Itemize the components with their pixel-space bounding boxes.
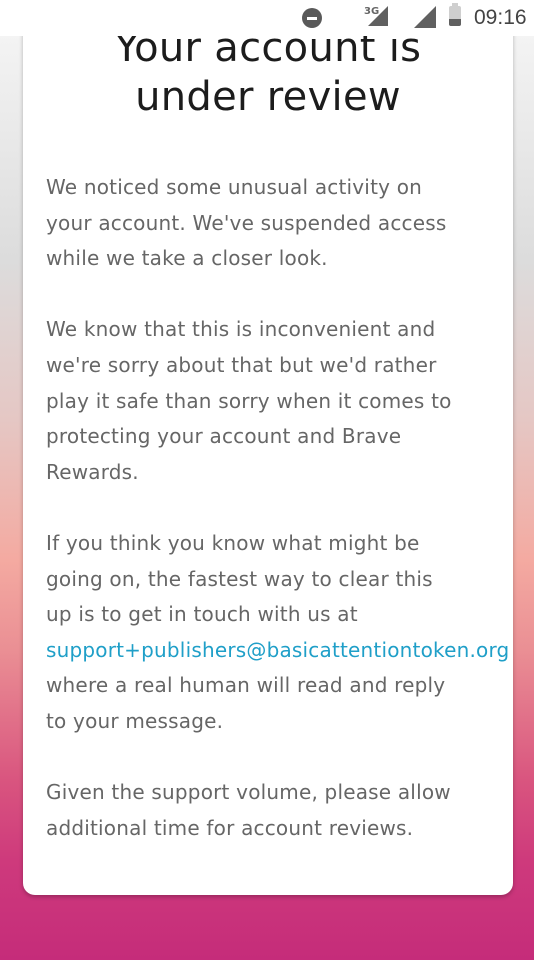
text-line: to your message. xyxy=(46,708,224,733)
cell-signal-icon xyxy=(414,6,436,28)
text-line: while we take a closer look. xyxy=(46,246,328,271)
text-line: where a real human will read and reply xyxy=(46,673,446,698)
text-line: we're sorry about that but we'd rather xyxy=(46,352,437,377)
text-line: protecting your account and Brave xyxy=(46,424,402,449)
paragraph-unusual-activity: We noticed some unusual activity on your… xyxy=(46,170,540,277)
paragraph-apology: We know that this is inconvenient and we… xyxy=(46,312,540,490)
text-line: your account. We've suspended access xyxy=(46,210,447,235)
status-bar: 3G 09:16 xyxy=(0,0,540,36)
status-time: 09:16 xyxy=(474,6,527,29)
text-line: play it safe than sorry when it comes to xyxy=(46,388,452,413)
network-type-label: 3G xyxy=(364,6,380,17)
page-title: Your account is under review xyxy=(23,24,513,122)
text-line: up is to get in touch with us at xyxy=(46,602,358,627)
text-line: If you think you know what might be xyxy=(46,530,420,555)
text-line: We know that this is inconvenient and xyxy=(46,317,436,342)
support-email-link[interactable]: support+publishers@basicattentiontoken.o… xyxy=(46,633,540,669)
text-line: going on, the fastest way to clear this xyxy=(46,566,433,591)
paragraph-contact: If you think you know what might be goin… xyxy=(46,526,540,740)
text-line: We noticed some unusual activity on xyxy=(46,175,423,199)
battery-icon xyxy=(449,3,461,26)
card-body: We noticed some unusual activity on your… xyxy=(46,170,540,846)
text-line: additional time for account reviews. xyxy=(46,815,414,840)
title-line-2: under review xyxy=(135,74,401,120)
text-line: Rewards. xyxy=(46,459,139,484)
app-screen: 3G 09:16 Your account is under review We… xyxy=(0,0,540,960)
text-line: Given the support volume, please allow xyxy=(46,780,451,805)
do-not-disturb-icon xyxy=(302,8,322,28)
paragraph-support-volume: Given the support volume, please allow a… xyxy=(46,775,540,846)
